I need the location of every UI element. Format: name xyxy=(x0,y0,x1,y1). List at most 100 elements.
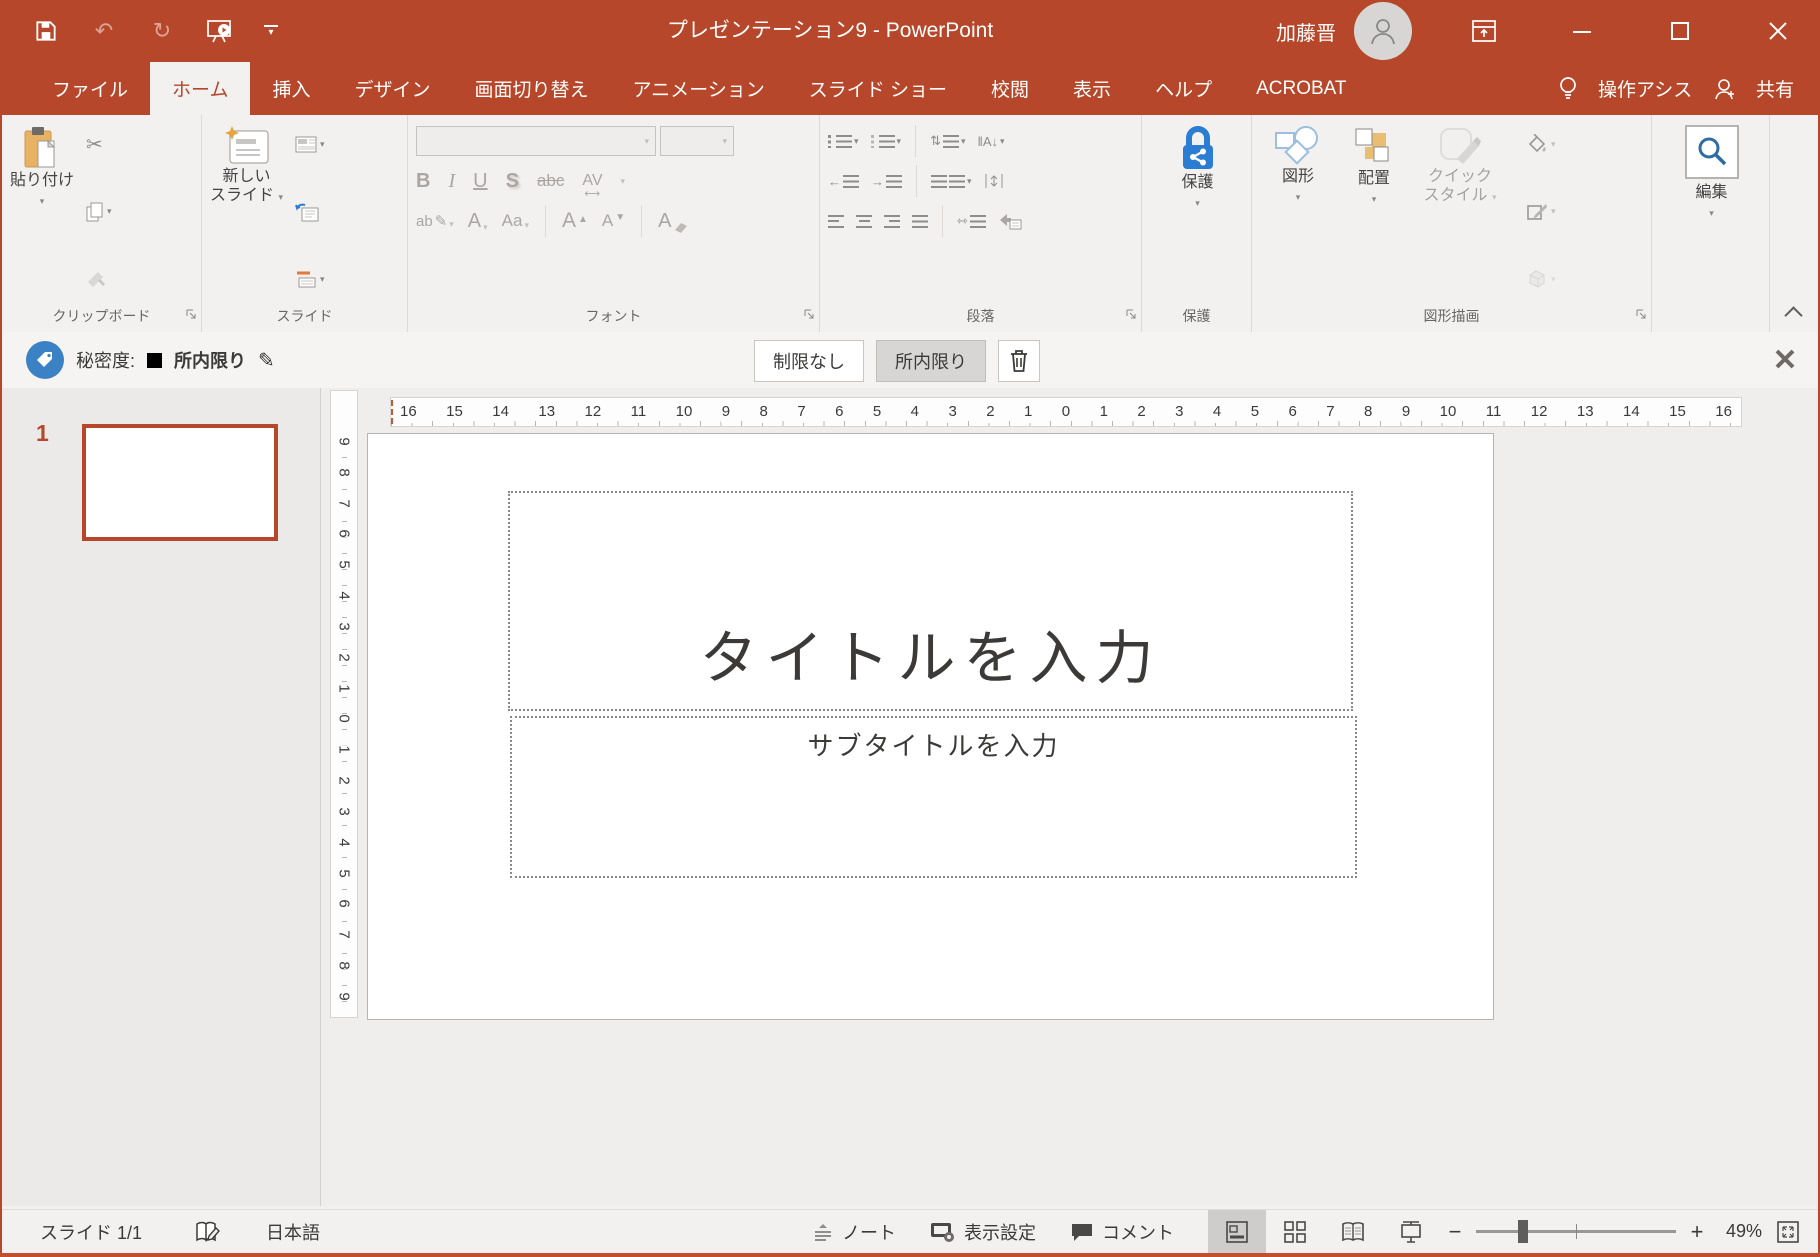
tab-help[interactable]: ヘルプ xyxy=(1133,62,1234,115)
clipboard-dialog-launcher[interactable] xyxy=(185,308,197,320)
new-slide-dropdown[interactable] xyxy=(278,192,283,202)
tab-review[interactable]: 校閲 xyxy=(969,62,1051,115)
tab-transitions[interactable]: 画面切り替え xyxy=(452,62,610,115)
new-slide-button[interactable]: 新しい スライド xyxy=(210,123,283,304)
tab-home[interactable]: ホーム xyxy=(150,62,250,115)
user-avatar[interactable] xyxy=(1354,2,1412,60)
zoom-out-button[interactable]: − xyxy=(1440,1219,1470,1245)
text-shadow-button[interactable]: S xyxy=(506,170,519,193)
character-spacing-button[interactable]: AV xyxy=(582,172,602,190)
collapse-ribbon-chevron[interactable] xyxy=(1784,306,1802,324)
copy-dropdown[interactable] xyxy=(107,206,112,217)
section-dropdown[interactable] xyxy=(320,274,325,285)
zoom-slider-thumb[interactable] xyxy=(1518,1220,1528,1243)
quick-styles-dropdown[interactable] xyxy=(1492,192,1497,202)
protect-button[interactable]: 保護 xyxy=(1177,123,1219,304)
font-dialog-launcher[interactable] xyxy=(803,308,815,320)
align-center-button[interactable] xyxy=(856,206,872,236)
slideshow-view-button[interactable] xyxy=(1382,1210,1440,1253)
increase-font-size-button[interactable]: A▲ xyxy=(562,209,588,233)
reading-view-button[interactable] xyxy=(1324,1210,1382,1253)
user-name[interactable]: 加藤晋 xyxy=(1276,17,1336,46)
reset-slide-button[interactable] xyxy=(295,197,325,227)
maximize-button[interactable] xyxy=(1664,20,1696,42)
cut-button[interactable] xyxy=(86,129,112,159)
clear-formatting-button[interactable]: A xyxy=(658,210,687,233)
align-text-button[interactable] xyxy=(984,166,1004,196)
font-color-button[interactable]: A xyxy=(468,210,488,233)
character-spacing-dropdown[interactable] xyxy=(621,176,626,187)
share-button[interactable]: 共有 xyxy=(1756,75,1794,102)
redo-button[interactable] xyxy=(148,17,176,45)
zoom-in-button[interactable]: + xyxy=(1682,1219,1712,1245)
zoom-slider[interactable] xyxy=(1476,1230,1676,1233)
subtitle-placeholder[interactable]: サブタイトルを入力 xyxy=(510,716,1357,878)
ribbon-display-options-button[interactable] xyxy=(1468,17,1500,45)
quick-styles-button[interactable]: クイック スタイル xyxy=(1412,123,1508,304)
tab-animations[interactable]: アニメーション xyxy=(611,62,787,115)
decrease-indent-button[interactable]: ← xyxy=(828,166,859,196)
italic-button[interactable]: I xyxy=(448,170,455,193)
shape-effects-button[interactable] xyxy=(1526,264,1556,294)
line-spacing-button[interactable]: ⇅ xyxy=(930,126,965,156)
text-highlight-dropdown[interactable] xyxy=(449,219,454,230)
arrange-dropdown[interactable] xyxy=(1372,190,1377,209)
proofing-button[interactable] xyxy=(194,1220,220,1244)
shape-fill-button[interactable] xyxy=(1526,129,1556,159)
text-direction-dropdown[interactable] xyxy=(1000,136,1005,147)
align-right-button[interactable] xyxy=(884,206,900,236)
delete-sensitivity-button[interactable] xyxy=(998,340,1040,382)
shapes-dropdown[interactable] xyxy=(1296,188,1301,207)
justify-button[interactable] xyxy=(912,206,928,236)
close-button[interactable] xyxy=(1762,19,1794,43)
arrange-button[interactable]: 配置 xyxy=(1336,123,1412,304)
increase-indent-button[interactable]: → xyxy=(871,166,902,196)
minimize-button[interactable] xyxy=(1566,20,1598,42)
shape-outline-dropdown[interactable] xyxy=(1551,206,1556,217)
language-indicator[interactable]: 日本語 xyxy=(266,1219,320,1245)
no-restriction-button[interactable]: 制限なし xyxy=(754,340,864,382)
text-direction-button[interactable]: ‖A↓ xyxy=(978,126,1005,156)
drawing-dialog-launcher[interactable] xyxy=(1635,308,1647,320)
columns-dropdown[interactable] xyxy=(967,176,972,187)
slide-editor[interactable]: タイトルを入力 サブタイトルを入力 xyxy=(367,433,1494,1020)
tab-design[interactable]: デザイン xyxy=(332,62,452,115)
normal-view-button[interactable] xyxy=(1208,1210,1266,1253)
tab-view[interactable]: 表示 xyxy=(1051,62,1133,115)
format-painter-button[interactable] xyxy=(86,264,112,294)
edit-sensitivity-icon[interactable] xyxy=(258,348,275,373)
layout-button[interactable] xyxy=(295,129,325,159)
display-settings-button[interactable]: 表示設定 xyxy=(930,1219,1036,1245)
save-button[interactable] xyxy=(32,17,60,45)
strikethrough-button[interactable]: abc xyxy=(537,171,564,191)
zoom-level[interactable]: 49% xyxy=(1712,1221,1776,1242)
tell-me-assist[interactable]: 操作アシスト xyxy=(1598,75,1694,102)
fit-slide-to-window-button[interactable] xyxy=(1776,1220,1800,1244)
edit-button[interactable]: 編集 xyxy=(1685,123,1739,304)
bold-button[interactable]: B xyxy=(416,170,430,193)
font-size-combobox[interactable] xyxy=(660,126,734,156)
tab-slideshow[interactable]: スライド ショー xyxy=(787,62,969,115)
tab-acrobat[interactable]: ACROBAT xyxy=(1234,62,1368,115)
edit-dropdown[interactable] xyxy=(1709,204,1714,223)
bullets-button[interactable] xyxy=(828,126,859,156)
font-color-dropdown[interactable] xyxy=(483,222,488,233)
smartart-convert-button[interactable] xyxy=(998,206,1022,236)
protect-dropdown[interactable] xyxy=(1195,194,1200,213)
underline-button[interactable]: U xyxy=(473,170,487,193)
align-left-button[interactable] xyxy=(828,206,844,236)
line-spacing-dropdown[interactable] xyxy=(961,136,966,147)
shape-outline-button[interactable] xyxy=(1526,197,1556,227)
change-case-dropdown[interactable] xyxy=(524,220,529,231)
section-button[interactable] xyxy=(295,264,325,294)
comments-button[interactable]: コメント xyxy=(1070,1219,1174,1245)
paste-dropdown[interactable] xyxy=(40,192,45,211)
tab-insert[interactable]: 挿入 xyxy=(250,62,332,115)
font-size-dropdown[interactable] xyxy=(722,136,727,147)
decrease-font-size-button[interactable]: A▼ xyxy=(602,211,625,231)
title-placeholder[interactable]: タイトルを入力 xyxy=(508,491,1353,711)
bullets-dropdown[interactable] xyxy=(854,136,859,147)
paste-button[interactable]: 貼り付け xyxy=(10,123,74,304)
notes-button[interactable]: ノート xyxy=(812,1219,896,1245)
shapes-button[interactable]: 図形 xyxy=(1260,123,1336,304)
